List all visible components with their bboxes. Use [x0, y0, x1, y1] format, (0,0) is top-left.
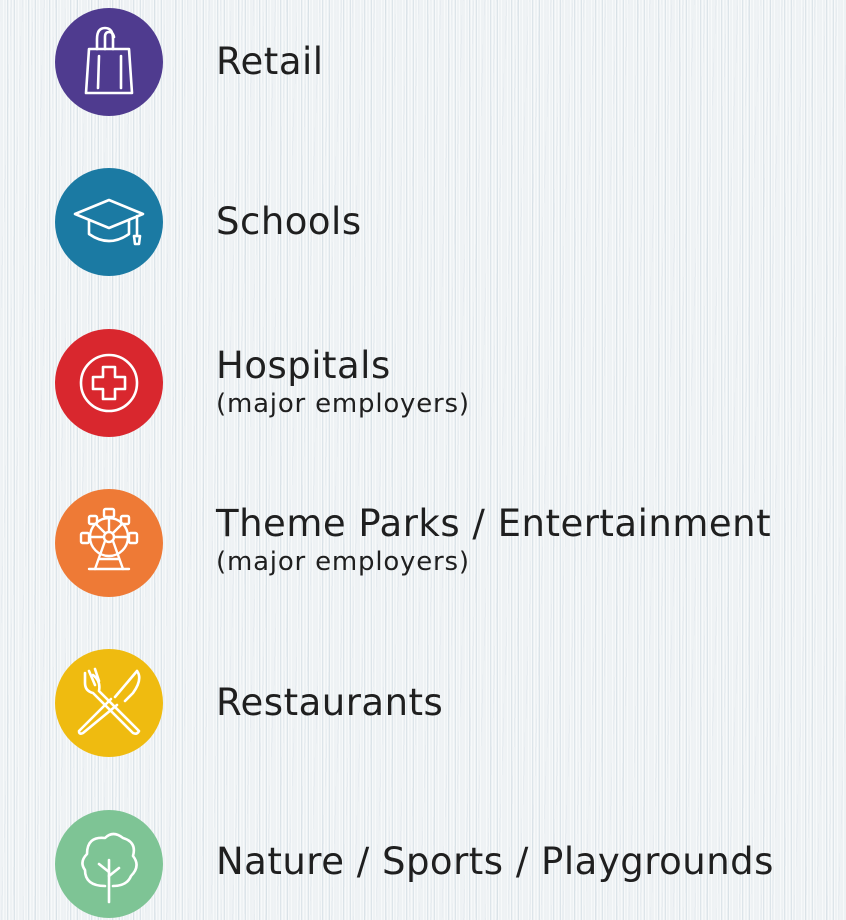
category-sublabel: (major employers): [216, 389, 470, 419]
theme-parks-icon-circle: [55, 489, 163, 597]
category-label: Hospitals: [216, 344, 391, 387]
schools-icon-circle: [55, 168, 163, 276]
schools-label-block: Schools: [216, 200, 362, 244]
ferris-wheel-icon: [79, 507, 139, 571]
category-label: Schools: [216, 200, 362, 243]
shopping-bag-icon: [84, 26, 134, 95]
retail-label-block: Retail: [216, 40, 324, 84]
category-label: Retail: [216, 40, 324, 83]
legend-item-hospitals: Hospitals (major employers): [55, 329, 835, 439]
restaurants-icon-circle: [55, 649, 163, 757]
nature-label-block: Nature / Sports / Playgrounds: [216, 840, 774, 884]
nature-icon-circle: [55, 810, 163, 918]
theme-parks-label-block: Theme Parks / Entertainment (major emplo…: [216, 502, 771, 578]
category-label: Restaurants: [216, 681, 444, 724]
fork-knife-icon: [77, 667, 141, 735]
category-label: Theme Parks / Entertainment: [216, 502, 772, 545]
legend-item-nature: Nature / Sports / Playgrounds: [55, 810, 835, 920]
legend-item-schools: Schools: [55, 168, 835, 278]
retail-icon-circle: [55, 8, 163, 116]
hospitals-icon-circle: [55, 329, 163, 437]
hospitals-label-block: Hospitals (major employers): [216, 344, 470, 420]
legend-item-retail: Retail: [55, 8, 835, 118]
legend-item-restaurants: Restaurants: [55, 649, 835, 759]
tree-icon: [81, 832, 138, 904]
restaurants-label-block: Restaurants: [216, 681, 443, 725]
medical-cross-icon: [79, 353, 139, 413]
legend-item-theme-parks: Theme Parks / Entertainment (major emplo…: [55, 489, 835, 599]
graduation-cap-icon: [73, 198, 145, 246]
category-label: Nature / Sports / Playgrounds: [216, 840, 774, 883]
category-sublabel: (major employers): [216, 547, 470, 577]
